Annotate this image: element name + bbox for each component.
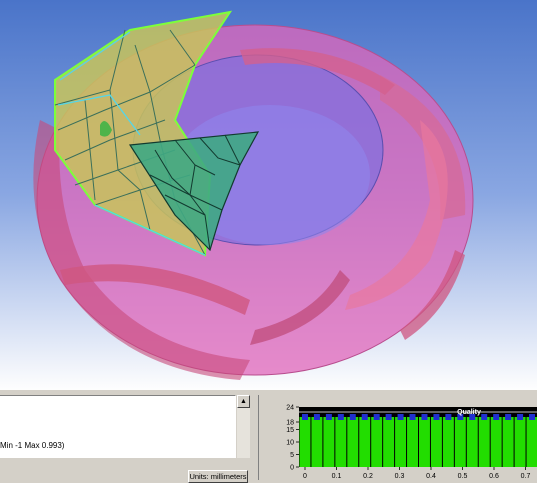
- y-tick-label: 5: [290, 452, 294, 459]
- histogram-bar: [311, 417, 323, 467]
- x-tick-label: 0.6: [489, 473, 499, 480]
- histogram-bar: [490, 417, 502, 467]
- histogram-bar: [359, 417, 371, 467]
- message-log[interactable]: Min -1 Max 0.993): [0, 395, 236, 458]
- histogram-bar-cap: [517, 414, 524, 420]
- histogram-bar: [502, 417, 514, 467]
- histogram-bar: [454, 417, 466, 467]
- histogram-bar-cap: [529, 414, 536, 420]
- units-button[interactable]: Units: millimeters: [188, 470, 248, 483]
- impeller-mesh-view: [0, 0, 537, 390]
- 3d-viewport[interactable]: [0, 0, 537, 390]
- x-tick-label: 0.1: [332, 473, 342, 480]
- histogram-bar: [407, 417, 418, 467]
- x-tick-label: 0.2: [363, 473, 373, 480]
- message-line: Min -1 Max 0.993): [0, 441, 65, 450]
- histogram-bar: [478, 417, 490, 467]
- histogram-bar-cap: [433, 414, 440, 420]
- histogram-bar: [347, 417, 359, 467]
- histogram-bar: [383, 417, 395, 467]
- histogram-bar-cap: [361, 414, 368, 420]
- histogram-bar: [514, 417, 526, 467]
- histogram-bar-cap: [385, 414, 392, 420]
- x-tick-label: 0.5: [458, 473, 468, 480]
- histogram-bar-cap: [481, 414, 488, 420]
- histogram-bar-cap: [409, 414, 416, 420]
- histogram-bar-cap: [421, 414, 428, 420]
- histogram-bar-cap: [313, 414, 320, 420]
- x-tick-label: 0.3: [395, 473, 405, 480]
- quality-histogram-panel: Quality051015182400.10.20.30.40.50.60.70…: [258, 395, 537, 480]
- histogram-bar: [526, 417, 537, 467]
- histogram-bar-cap: [325, 414, 332, 420]
- y-tick-label: 10: [286, 440, 294, 447]
- x-tick-label: 0.7: [521, 473, 531, 480]
- histogram-bar-cap: [397, 414, 404, 420]
- histogram-bar: [430, 417, 442, 467]
- y-tick-label: 0: [290, 465, 294, 472]
- histogram-title: Quality: [457, 409, 481, 416]
- histogram-bar: [335, 417, 347, 467]
- message-scrollbar[interactable]: ▲: [237, 395, 250, 458]
- histogram-bar-cap: [373, 414, 380, 420]
- histogram-bar: [466, 417, 478, 467]
- histogram-bar: [323, 417, 335, 467]
- histogram-bar-cap: [505, 414, 512, 420]
- bottom-panel: Min -1 Max 0.993) ▲ Units: millimeters Q…: [0, 390, 537, 483]
- y-tick-label: 18: [286, 420, 294, 427]
- quality-histogram: Quality051015182400.10.20.30.40.50.60.70…: [286, 405, 537, 480]
- histogram-bar: [371, 417, 383, 467]
- histogram-bar-cap: [445, 414, 452, 420]
- histogram-bar-cap: [493, 414, 500, 420]
- histogram-bar: [395, 417, 407, 467]
- scroll-up-button[interactable]: ▲: [237, 395, 250, 408]
- x-tick-label: 0: [303, 473, 307, 480]
- histogram-bar-cap: [337, 414, 344, 420]
- message-panel: Min -1 Max 0.993) ▲ Units: millimeters: [0, 395, 250, 483]
- histogram-bar-cap: [349, 414, 356, 420]
- histogram-bar: [419, 417, 430, 467]
- x-tick-label: 0.4: [426, 473, 436, 480]
- histogram-bar: [299, 417, 311, 467]
- histogram-bar-cap: [301, 414, 308, 420]
- y-tick-label: 24: [286, 405, 294, 412]
- y-tick-label: 15: [286, 427, 294, 434]
- histogram-bar: [442, 417, 454, 467]
